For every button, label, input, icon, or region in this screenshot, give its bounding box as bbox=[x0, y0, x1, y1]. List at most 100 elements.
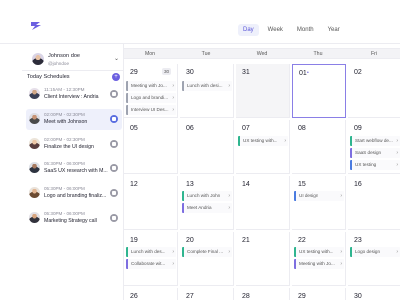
schedule-item[interactable]: 05:30PM - 06:00PM SaaS UX research with … bbox=[26, 158, 122, 179]
video-call-icon[interactable] bbox=[110, 164, 118, 172]
chevron-right-icon: › bbox=[396, 138, 398, 144]
day-cell[interactable]: 15 UI design › bbox=[292, 176, 346, 230]
day-cell[interactable]: 30 Lunch with desi... › bbox=[180, 64, 234, 118]
schedule-item[interactable]: 11:15AM - 12:30PM Client Interview : And… bbox=[26, 84, 122, 105]
event-color-bar bbox=[126, 105, 128, 115]
event-title: SaaS design bbox=[355, 150, 382, 155]
day-cell[interactable]: 19 Lunch with des... › Collaborate wit...… bbox=[124, 232, 178, 286]
event-title: Meeting with Jo... bbox=[299, 261, 335, 266]
day-number: 16 bbox=[354, 181, 362, 188]
calendar-event[interactable]: Interview UI Des... › bbox=[126, 105, 176, 115]
calendar-event[interactable]: Logo design › bbox=[350, 247, 400, 257]
video-call-icon[interactable] bbox=[110, 90, 118, 98]
weekday-label: Fri bbox=[370, 51, 378, 57]
calendar-event[interactable]: UX testing with... › bbox=[238, 136, 288, 146]
day-cell[interactable]: 23 Logo design › bbox=[348, 232, 400, 286]
day-cell[interactable]: 07 UX testing with... › bbox=[236, 120, 290, 174]
day-cell[interactable]: 28 bbox=[236, 288, 290, 300]
day-number: 12 bbox=[130, 181, 138, 188]
day-cell[interactable]: 26 bbox=[124, 288, 178, 300]
video-call-icon[interactable] bbox=[110, 214, 118, 222]
month-calendar: Mon Tue Wed Thu Fri 29 30 Meeting with J… bbox=[124, 44, 400, 300]
chevron-down-icon[interactable]: ⌄ bbox=[114, 55, 119, 62]
calendar-event[interactable]: SaaS design › bbox=[350, 148, 400, 158]
calendar-event[interactable]: UI design › bbox=[294, 191, 344, 201]
day-cell[interactable]: 30 bbox=[348, 288, 400, 300]
schedule-time: 05:30PM - 06:00PM bbox=[44, 211, 85, 216]
chevron-right-icon: › bbox=[396, 150, 398, 156]
schedule-title-text: Meet with Johnson bbox=[44, 119, 88, 125]
day-number: 09 bbox=[354, 125, 362, 132]
video-call-icon[interactable] bbox=[110, 115, 118, 123]
calendar-event[interactable]: UX testing with... › bbox=[294, 247, 344, 257]
schedule-time: 05:30PM - 06:00PM bbox=[44, 161, 85, 166]
schedule-item[interactable]: 05:30PM - 06:00PM Logo and branding fina… bbox=[26, 183, 122, 204]
calendar-event[interactable]: Start webflow de... › bbox=[350, 136, 400, 146]
day-cell[interactable]: 22 UX testing with... › Meeting with Jo..… bbox=[292, 232, 346, 286]
day-number: 19 bbox=[130, 237, 138, 244]
day-number: 22 bbox=[298, 237, 306, 244]
day-number: 30 bbox=[354, 293, 362, 300]
avatar bbox=[29, 88, 40, 99]
chevron-right-icon: › bbox=[340, 193, 342, 199]
day-cell-today[interactable]: 01 • bbox=[292, 64, 346, 118]
calendar-event[interactable]: UX testing › bbox=[350, 160, 400, 170]
profile-handle: @johndoe bbox=[48, 61, 70, 66]
event-title: Logo and brandi... bbox=[131, 95, 169, 100]
calendar-event[interactable]: Meeting with Jo... › bbox=[294, 259, 344, 269]
calendar-event[interactable]: Lunch with John › bbox=[182, 191, 232, 201]
day-cell[interactable]: 31 bbox=[236, 64, 290, 118]
day-cell[interactable]: 09 Start webflow de... › SaaS design › UX … bbox=[348, 120, 400, 174]
sidebar: Johnson doe @johndoe ⌄ Today Schedules +… bbox=[22, 44, 124, 300]
chevron-right-icon: › bbox=[172, 261, 174, 267]
tab-month[interactable]: Month bbox=[292, 24, 319, 36]
event-color-bar bbox=[350, 247, 352, 257]
day-cell[interactable]: 29 bbox=[292, 288, 346, 300]
day-cell[interactable]: 05 bbox=[124, 120, 178, 174]
day-cell[interactable]: 29 30 Meeting with Jo... › Logo and brand… bbox=[124, 64, 178, 118]
add-schedule-button[interactable]: + bbox=[112, 73, 120, 81]
day-number: 26 bbox=[130, 293, 138, 300]
day-cell[interactable]: 20 Complete Final ... › bbox=[180, 232, 234, 286]
tab-year[interactable]: Year bbox=[323, 24, 345, 36]
event-color-bar bbox=[350, 160, 352, 170]
calendar-event[interactable]: Collaborate wit... › bbox=[126, 259, 176, 269]
calendar-event[interactable]: Meeting with Jo... › bbox=[126, 81, 176, 91]
profile-switcher[interactable]: Johnson doe @johndoe ⌄ bbox=[28, 48, 124, 68]
divider bbox=[22, 70, 124, 71]
day-cell[interactable]: 08 bbox=[292, 120, 346, 174]
avatar bbox=[29, 113, 40, 124]
calendar-event[interactable]: Complete Final ... › bbox=[182, 247, 232, 257]
calendar-event[interactable]: Logo and brandi... › bbox=[126, 93, 176, 103]
video-call-icon[interactable] bbox=[110, 189, 118, 197]
day-number: 20 bbox=[186, 237, 194, 244]
day-cell[interactable]: 21 bbox=[236, 232, 290, 286]
day-number: 15 bbox=[298, 181, 306, 188]
day-cell[interactable]: 14 bbox=[236, 176, 290, 230]
chevron-right-icon: › bbox=[284, 138, 286, 144]
schedule-item[interactable]: 02:00PM - 02:30PM Meet with Johnson bbox=[26, 109, 122, 130]
video-call-icon[interactable] bbox=[110, 140, 118, 148]
day-cell[interactable]: 12 bbox=[124, 176, 178, 230]
chevron-right-icon: › bbox=[340, 261, 342, 267]
schedule-item[interactable]: 02:00PM - 02:30PM Finalize the UI design bbox=[26, 134, 122, 155]
day-cell[interactable]: 02 bbox=[348, 64, 400, 118]
calendar-event[interactable]: Lunch with des... › bbox=[126, 247, 176, 257]
day-cell[interactable]: 06 bbox=[180, 120, 234, 174]
tab-week[interactable]: Week bbox=[263, 24, 288, 36]
event-title: UX testing with... bbox=[299, 249, 334, 254]
event-title: Lunch with des... bbox=[131, 249, 166, 254]
day-cell[interactable]: 27 bbox=[180, 288, 234, 300]
day-number: 07 bbox=[242, 125, 250, 132]
day-cell[interactable]: 13 Lunch with John › Meet Andria › bbox=[180, 176, 234, 230]
day-cell[interactable]: 16 bbox=[348, 176, 400, 230]
schedule-title-text: Logo and branding finaliz... bbox=[44, 193, 107, 199]
tab-day[interactable]: Day bbox=[238, 24, 259, 36]
calendar-event[interactable]: Lunch with desi... › bbox=[182, 81, 232, 91]
avatar bbox=[29, 187, 40, 198]
schedule-item[interactable]: 05:30PM - 06:00PM Marketing Strategy cal… bbox=[26, 208, 122, 229]
weekday-label: Tue bbox=[201, 51, 211, 57]
chevron-right-icon: › bbox=[172, 95, 174, 101]
calendar-event[interactable]: Meet Andria › bbox=[182, 203, 232, 213]
weekday-label: Thu bbox=[313, 51, 323, 57]
